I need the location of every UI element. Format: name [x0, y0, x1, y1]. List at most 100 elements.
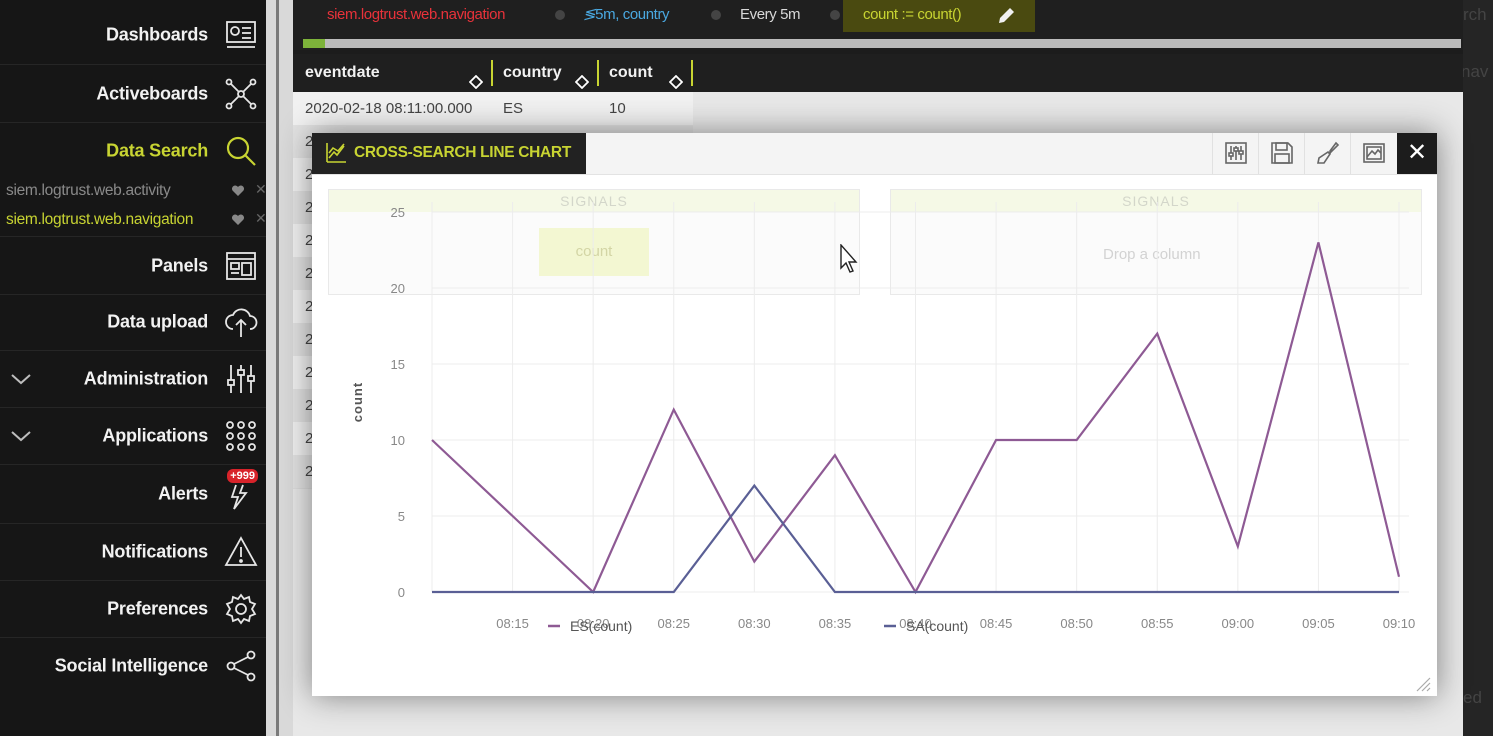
- sidebar-item-social-intelligence[interactable]: Social Intelligence: [0, 638, 266, 694]
- y-tick-label: 5: [398, 509, 405, 524]
- line-chart: 051015202508:15 08:20 08:25 08:30 08:35 08:40…: [350, 202, 1416, 634]
- x-tick-label: 09:05: [1302, 616, 1335, 631]
- sidebar-item-label: Preferences: [107, 598, 208, 619]
- sort-icon[interactable]: [468, 66, 484, 90]
- panel-divider[interactable]: [266, 0, 293, 736]
- x-tick-label: 08:25: [657, 616, 690, 631]
- resize-handle-icon[interactable]: [1415, 676, 1431, 692]
- query-bar: siem.logtrust.web.navigation ≶5m, countr…: [293, 0, 1463, 32]
- sidebar-item-label: Applications: [102, 425, 208, 446]
- x-tick-label: 08:15: [496, 616, 529, 631]
- grid-header: eventdate country count: [293, 54, 1463, 92]
- sliders-icon: [224, 362, 258, 396]
- sidebar-item-administration[interactable]: Administration: [0, 351, 266, 408]
- heart-icon[interactable]: [231, 213, 245, 227]
- query-group-segment[interactable]: ≶5m, country: [583, 0, 670, 32]
- column-header-count[interactable]: count: [599, 54, 691, 92]
- sidebar-item-dashboards[interactable]: Dashboards: [0, 6, 266, 65]
- sidebar-item-label: Activeboards: [96, 83, 208, 103]
- alert-count-badge: +999: [227, 469, 258, 483]
- query-step-arrow-icon: [555, 10, 565, 20]
- y-tick-label: 15: [391, 357, 405, 372]
- x-tick-label: 08:30: [738, 616, 771, 631]
- settings-icon: [1225, 142, 1247, 164]
- sidebar-item-label: Data Search: [106, 140, 208, 161]
- x-tick-label: 09:00: [1222, 616, 1255, 631]
- sidebar-item-applications[interactable]: Applications: [0, 408, 266, 465]
- heart-icon[interactable]: [231, 184, 245, 198]
- sidebar-item-label: Alerts: [158, 483, 208, 504]
- save-icon: [1271, 142, 1293, 164]
- brush-icon: [1317, 141, 1340, 164]
- y-tick-label: 25: [391, 205, 405, 220]
- recent-search-label: siem.logtrust.web.navigation: [6, 211, 194, 228]
- x-tick-label: 08:35: [819, 616, 852, 631]
- ghost-text: rch: [1463, 5, 1487, 24]
- lightning-icon: +999: [224, 469, 258, 511]
- cloud-upload-icon: [224, 305, 258, 339]
- image-export-icon: [1363, 143, 1385, 163]
- sidebar-item-alerts[interactable]: Alerts +999: [0, 465, 266, 524]
- ghost-text: nav: [1461, 62, 1489, 81]
- gear-icon: [224, 592, 258, 626]
- sidebar-item-label: Dashboards: [105, 24, 208, 45]
- line-chart-icon: [324, 141, 348, 165]
- query-table-segment[interactable]: siem.logtrust.web.navigation: [327, 0, 505, 32]
- chart-settings-button[interactable]: [1212, 133, 1259, 174]
- query-group-label: 5m, country: [595, 6, 670, 23]
- sidebar-item-activeboards[interactable]: Activeboards: [0, 65, 266, 123]
- sidebar-item-label: Data upload: [107, 311, 208, 332]
- query-step-arrow-icon: [711, 10, 721, 20]
- query-step-arrow-icon: [830, 10, 840, 20]
- table-cell-eventdate: 2020-02-18 08:11:00.000: [305, 100, 473, 117]
- chevron-down-icon[interactable]: [10, 372, 32, 386]
- recent-search-item[interactable]: siem.logtrust.web.activity ✕: [0, 177, 267, 205]
- y-axis-label: count: [350, 382, 365, 422]
- chart-style-button[interactable]: [1304, 133, 1351, 174]
- nodes-icon: [224, 77, 258, 111]
- pencil-icon[interactable]: [995, 5, 1017, 27]
- search-progress-bar: [293, 32, 1463, 50]
- grid-dots-icon: [224, 419, 258, 453]
- chart-export-image-button[interactable]: [1350, 133, 1397, 174]
- sort-icon[interactable]: [668, 66, 684, 90]
- dialog-header: CROSS-SEARCH LINE CHART ✕: [312, 133, 1437, 175]
- search-icon: [224, 134, 258, 168]
- mouse-cursor-icon: [840, 244, 858, 273]
- column-header-country[interactable]: country: [493, 54, 597, 92]
- chevron-down-icon[interactable]: [10, 429, 32, 443]
- sidebar-item-notifications[interactable]: Notifications: [0, 524, 266, 581]
- column-header-label: eventdate: [305, 64, 380, 81]
- column-header-label: country: [503, 64, 562, 81]
- close-dialog-button[interactable]: ✕: [1397, 133, 1437, 174]
- close-icon[interactable]: ✕: [255, 210, 267, 227]
- sidebar-item-label: Notifications: [101, 541, 209, 562]
- x-tick-label: 09:10: [1383, 616, 1416, 631]
- chart-save-button[interactable]: [1258, 133, 1305, 174]
- sort-icon[interactable]: [574, 66, 590, 90]
- sidebar-item-data-search[interactable]: Data Search: [0, 123, 266, 179]
- x-tick-label: 08:55: [1141, 616, 1174, 631]
- sidebar-item-panels[interactable]: Panels: [0, 236, 266, 295]
- y-tick-label: 0: [398, 585, 405, 600]
- legend-label: SA(count): [906, 618, 968, 634]
- cross-search-chart-dialog: CROSS-SEARCH LINE CHART ✕ SIGNALS count …: [312, 133, 1437, 696]
- table-row[interactable]: 2020-02-18 08:11:00.000 ES 10: [293, 92, 693, 126]
- recent-search-item[interactable]: siem.logtrust.web.navigation ✕: [0, 206, 267, 234]
- column-header-label: count: [609, 64, 653, 81]
- dialog-title-tab: CROSS-SEARCH LINE CHART: [312, 133, 586, 174]
- ghost-text: ed: [1463, 688, 1482, 707]
- panels-icon: [224, 249, 258, 283]
- legend-label: ES(count): [570, 618, 632, 634]
- column-header-eventdate[interactable]: eventdate: [293, 54, 491, 92]
- query-every-segment[interactable]: Every 5m: [740, 0, 801, 32]
- dialog-title: CROSS-SEARCH LINE CHART: [354, 144, 571, 161]
- close-icon[interactable]: ✕: [255, 181, 267, 198]
- sidebar-item-label: Administration: [83, 368, 208, 389]
- sidebar-item-data-upload[interactable]: Data upload: [0, 294, 266, 351]
- warning-icon: [224, 535, 258, 569]
- sidebar: Dashboards Activeboards Data Search siem…: [0, 0, 267, 736]
- y-tick-label: 20: [391, 281, 405, 296]
- sidebar-item-preferences[interactable]: Preferences: [0, 581, 266, 638]
- y-tick-label: 10: [391, 433, 405, 448]
